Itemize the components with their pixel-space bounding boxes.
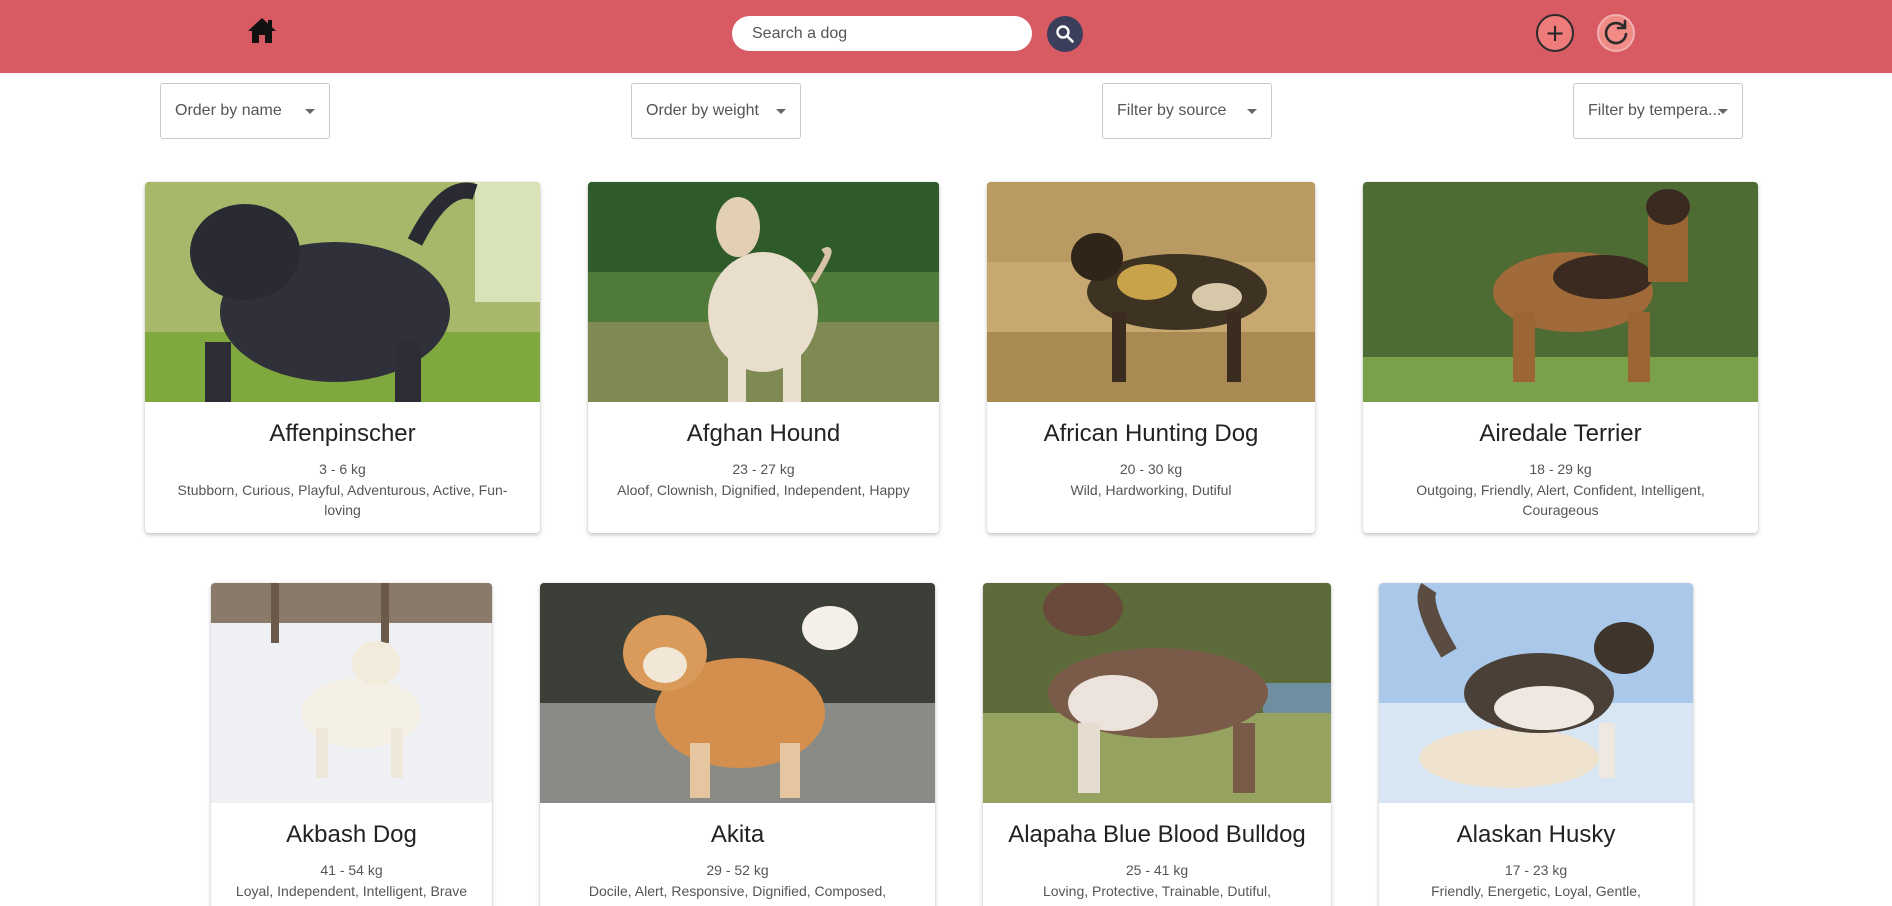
add-dog-button[interactable]: + <box>1536 14 1574 52</box>
filter-by-source-select[interactable]: Filter by source <box>1102 83 1272 139</box>
dog-weight: 3 - 6 kg <box>319 461 366 477</box>
dog-weight: 29 - 52 kg <box>706 862 769 878</box>
dog-name: Afghan Hound <box>686 420 841 447</box>
dog-photo <box>983 583 1331 803</box>
dog-weight: 25 - 41 kg <box>1125 862 1189 878</box>
dog-card[interactable]: Alapaha Blue Blood Bulldog 25 - 41 kg Lo… <box>983 583 1331 906</box>
dropdown-arrow-icon <box>1718 109 1728 114</box>
dog-card[interactable]: African Hunting Dog 20 - 30 kg Wild, Har… <box>987 182 1315 533</box>
dog-temperaments: Loving, Protective, Trainable, Dutiful, … <box>1042 883 1271 906</box>
dog-photo <box>588 182 939 402</box>
dog-weight: 17 - 23 kg <box>1504 862 1568 878</box>
dog-name: Alaskan Husky <box>1456 821 1616 848</box>
home-button[interactable] <box>246 14 278 46</box>
plus-icon: + <box>1544 19 1566 47</box>
dog-name: African Hunting Dog <box>1043 420 1259 447</box>
dog-temperaments: Docile, Alert, Responsive, Dignified, Co… <box>588 883 887 906</box>
select-label: Filter by tempera... <box>1588 102 1722 119</box>
order-by-weight-select[interactable]: Order by weight <box>631 83 801 139</box>
dog-card[interactable]: Affenpinscher 3 - 6 kg Stubborn, Curious… <box>145 182 540 533</box>
dog-card[interactable]: Alaskan Husky 17 - 23 kg Friendly, Energ… <box>1379 583 1693 906</box>
dog-name: Airedale Terrier <box>1479 420 1642 447</box>
search-icon <box>1056 25 1074 43</box>
select-label: Filter by source <box>1117 102 1227 119</box>
dog-photo <box>987 182 1315 402</box>
dog-photo <box>145 182 540 402</box>
dog-name: Akita <box>710 821 765 848</box>
search-input[interactable] <box>732 16 1032 51</box>
reload-button[interactable] <box>1597 14 1635 52</box>
top-navbar: + <box>0 0 1892 73</box>
filter-by-temperament-select[interactable]: Filter by tempera... <box>1573 83 1743 139</box>
dropdown-arrow-icon <box>305 109 315 114</box>
dog-card[interactable]: Akbash Dog 41 - 54 kg Loyal, Independent… <box>211 583 492 906</box>
dog-name: Akbash Dog <box>286 821 417 848</box>
select-label: Order by weight <box>646 102 759 119</box>
dog-temperaments: Stubborn, Curious, Playful, Adventurous,… <box>177 482 508 518</box>
dog-weight: 18 - 29 kg <box>1529 461 1592 477</box>
dropdown-arrow-icon <box>776 109 786 114</box>
refresh-icon <box>1604 19 1628 45</box>
select-label: Order by name <box>175 102 282 119</box>
dog-name: Affenpinscher <box>269 420 416 447</box>
dog-weight: 20 - 30 kg <box>1119 461 1183 477</box>
dog-weight: 23 - 27 kg <box>732 461 795 477</box>
dog-photo <box>211 583 492 803</box>
dog-temperaments: Aloof, Clownish, Dignified, Independent,… <box>617 482 910 498</box>
dog-weight: 41 - 54 kg <box>320 862 383 878</box>
dog-name: Alapaha Blue Blood Bulldog <box>1008 821 1306 848</box>
home-icon <box>248 18 276 43</box>
dog-photo <box>540 583 935 803</box>
dog-photo <box>1379 583 1693 803</box>
dog-card[interactable]: Airedale Terrier 18 - 29 kg Outgoing, Fr… <box>1363 182 1758 533</box>
dog-card[interactable]: Akita 29 - 52 kg Docile, Alert, Responsi… <box>540 583 935 906</box>
dog-temperaments: Wild, Hardworking, Dutiful <box>1070 482 1232 498</box>
dog-temperaments: Outgoing, Friendly, Alert, Confident, In… <box>1416 482 1705 518</box>
dropdown-arrow-icon <box>1247 109 1257 114</box>
dog-card[interactable]: Afghan Hound 23 - 27 kg Aloof, Clownish,… <box>588 182 939 533</box>
dog-temperaments: Loyal, Independent, Intelligent, Brave <box>235 883 468 899</box>
dog-temperaments: Friendly, Energetic, Loyal, Gentle, Conf… <box>1431 883 1641 906</box>
search-button[interactable] <box>1047 16 1083 52</box>
dog-photo <box>1363 182 1758 402</box>
order-by-name-select[interactable]: Order by name <box>160 83 330 139</box>
